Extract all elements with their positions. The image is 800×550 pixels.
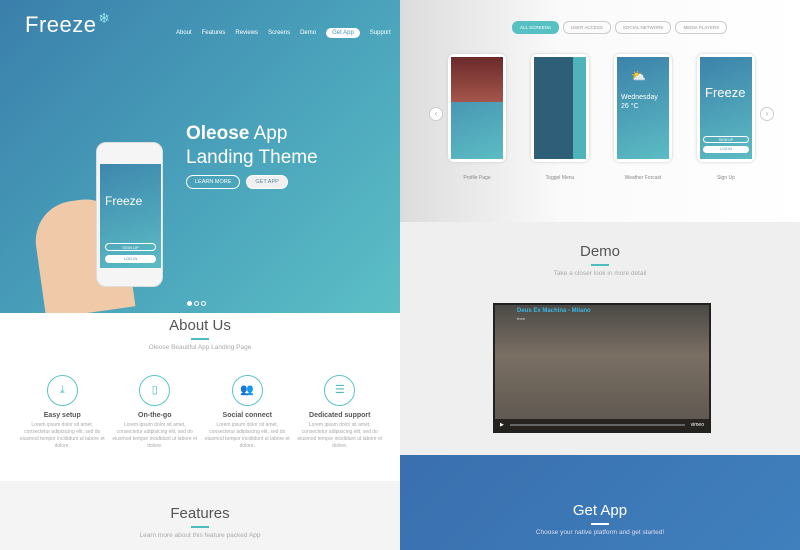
feature-title: Easy setup	[43, 412, 81, 419]
screenshot-profile[interactable]	[448, 54, 506, 162]
title-underline	[191, 526, 209, 528]
nav-about[interactable]: About	[176, 30, 192, 36]
main-nav: About Features Reviews Screens Demo Get …	[176, 28, 391, 38]
features-subtitle: Learn more about this feature packed App	[139, 531, 261, 539]
video-controls: ▶ vimeo	[495, 419, 709, 431]
caption-profile: Profile Page	[463, 175, 491, 181]
hero-title-bold: Oleose	[186, 123, 250, 144]
feature-dedicated-support: ☰ Dedicated support Lorem ipsum dolor sit …	[297, 375, 382, 450]
about-title: About Us	[169, 317, 231, 334]
right-column: ALL SCREENS USER ACCESS SOCIAL NETWORK M…	[400, 0, 800, 550]
demo-title: Demo	[579, 243, 620, 260]
weather-icon: ⛅	[631, 69, 646, 83]
title-underline	[191, 338, 209, 340]
caption-weather: Weather Forcast	[624, 175, 662, 181]
get-app-title: Get App	[572, 502, 628, 519]
hero-title: Oleose App Landing Theme	[186, 122, 318, 170]
nav-features[interactable]: Features	[202, 30, 226, 36]
tab-social-network[interactable]: SOCIAL NETWORK	[614, 21, 672, 34]
slider-dot[interactable]	[187, 301, 192, 306]
nav-get-app[interactable]: Get App	[326, 28, 360, 38]
nav-demo[interactable]: Demo	[300, 30, 316, 36]
download-icon: ⤓	[46, 375, 78, 406]
screenshot-toggle-menu[interactable]	[531, 54, 589, 162]
caption-toggle-menu: Toggel Menu	[545, 175, 575, 181]
demo-section: Demo Take a closer look in more detail D…	[400, 222, 800, 455]
slider-dot[interactable]	[201, 301, 206, 306]
mobile-icon: ▯	[139, 375, 171, 406]
screen-filter-tabs: ALL SCREENS USER ACCESS SOCIAL NETWORK M…	[512, 21, 728, 34]
title-underline	[591, 523, 609, 525]
about-subtitle: Oleose Beautiful App Landing Page	[148, 343, 252, 351]
vimeo-logo: vimeo	[690, 422, 704, 428]
screenshot-signup[interactable]: Freeze SIGN UP LOG IN	[697, 54, 755, 162]
feature-title: On-the-go	[138, 412, 172, 419]
feature-social-connect: 👥 Social connect Lorem ipsum dolor sit ame…	[205, 375, 290, 450]
nav-screens[interactable]: Screens	[268, 30, 290, 36]
video-byline: from	[517, 316, 525, 321]
features-section: Features Learn more about this feature p…	[0, 481, 400, 550]
get-app-section: Get App Choose your native platform and …	[400, 455, 800, 550]
feature-title: Social connect	[222, 412, 272, 419]
users-icon: 👥	[231, 375, 263, 406]
weather-temp: 26 °C	[621, 103, 639, 110]
sliders-icon: ☰	[324, 375, 356, 406]
logo[interactable]: Freeze ❄	[25, 10, 110, 38]
feature-easy-setup: ⤓ Easy setup Lorem ipsum dolor sit amet, c…	[20, 375, 105, 450]
screens-section: ALL SCREENS USER ACCESS SOCIAL NETWORK M…	[400, 0, 800, 222]
demo-subtitle: Take a closer look in more detail	[553, 269, 647, 277]
hero-section: Freeze ❄ About Features Reviews Screens D…	[0, 0, 400, 319]
about-section: About Us Oleose Beautiful App Landing Pa…	[0, 313, 400, 481]
profile-photo	[451, 57, 503, 102]
logo-text: Freeze	[25, 12, 97, 37]
signup-button: SIGN UP	[703, 136, 749, 143]
feature-text: Lorem ipsum dolor sit amet, consectetur …	[297, 422, 383, 449]
tab-all-screens[interactable]: ALL SCREENS	[512, 21, 559, 34]
slider-dots	[187, 301, 206, 306]
learn-more-button[interactable]: LEARN MORE	[186, 175, 241, 189]
phone-login-button: LOG IN	[105, 255, 156, 263]
feature-text: Lorem ipsum dolor sit amet, consectetur …	[204, 422, 290, 449]
slider-dot[interactable]	[194, 301, 199, 306]
play-icon[interactable]: ▶	[500, 422, 504, 428]
weather-day: Wednesday	[621, 94, 658, 101]
chevron-left-icon[interactable]: ‹	[429, 107, 443, 121]
signup-logo: Freeze	[705, 85, 746, 100]
title-underline	[591, 264, 609, 266]
video-player[interactable]: Deus Ex Machina - Milano from ▶ vimeo	[493, 303, 711, 433]
tab-media-players[interactable]: MEDIA PLAYERS	[675, 21, 728, 34]
hero-title-rest: App	[249, 123, 288, 144]
nav-support[interactable]: Support	[370, 30, 391, 36]
hero-title-line2: Landing Theme	[186, 147, 318, 168]
video-title[interactable]: Deus Ex Machina - Milano	[517, 308, 591, 314]
get-app-subtitle: Choose your native platform and get star…	[535, 528, 665, 536]
chevron-right-icon[interactable]: ›	[760, 107, 774, 121]
phone-screen: Freeze SIGN UP LOG IN	[100, 164, 161, 268]
login-button: LOG IN	[703, 146, 749, 153]
tab-user-access[interactable]: USER ACCESS	[562, 21, 611, 34]
snowflake-icon: ❄	[98, 10, 111, 26]
get-app-button[interactable]: GET APP	[246, 175, 288, 189]
phone-logo: Freeze	[105, 194, 143, 208]
caption-signup: Sign Up	[717, 175, 735, 181]
left-column: Freeze ❄ About Features Reviews Screens D…	[0, 0, 400, 550]
features-title: Features	[170, 505, 230, 522]
phone-mockup: Freeze SIGN UP LOG IN	[96, 142, 163, 287]
screenshot-weather[interactable]: ⛅ Wednesday 26 °C	[614, 54, 672, 162]
phone-signup-button: SIGN UP	[105, 243, 156, 251]
feature-on-the-go: ▯ On-the-go Lorem ipsum dolor sit amet, co…	[112, 375, 197, 450]
feature-title: Dedicated support	[309, 412, 371, 419]
feature-text: Lorem ipsum dolor sit amet, consectetur …	[19, 422, 105, 449]
nav-reviews[interactable]: Reviews	[235, 30, 258, 36]
feature-text: Lorem ipsum dolor sit amet, consectetur …	[112, 422, 198, 449]
